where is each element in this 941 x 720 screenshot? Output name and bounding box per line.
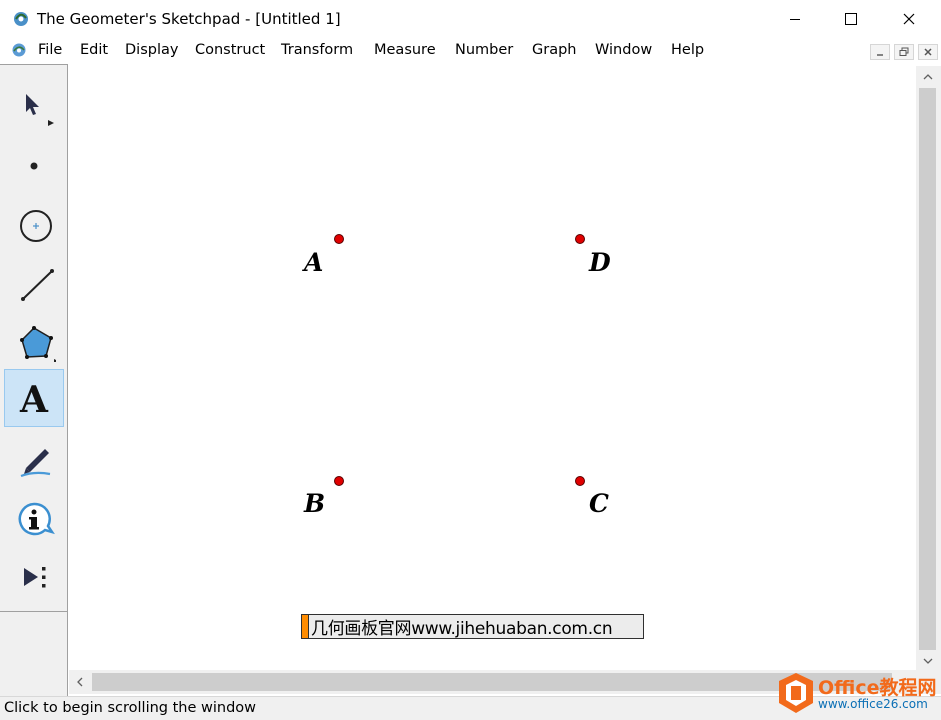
selection-arrow-tool[interactable] <box>4 77 64 135</box>
caption-text: 几何画板官网www.jihehuaban.com.cn <box>311 619 613 639</box>
maximize-icon <box>845 13 857 25</box>
text-tool[interactable]: A <box>4 369 64 427</box>
point-d-label[interactable]: D <box>589 250 611 275</box>
compass-tool[interactable] <box>4 191 64 249</box>
information-tool[interactable] <box>4 487 64 545</box>
caption-box[interactable]: 几何画板官网www.jihehuaban.com.cn <box>301 614 644 639</box>
menu-transform[interactable]: Transform <box>281 42 353 58</box>
caption-handle <box>302 615 309 638</box>
letter-a-icon: A <box>20 379 48 421</box>
info-icon <box>18 502 55 536</box>
chevron-left-icon <box>77 677 83 687</box>
point-d[interactable] <box>575 234 585 244</box>
toolbox-divider <box>0 611 68 612</box>
maximize-button[interactable] <box>822 0 880 38</box>
marker-tool[interactable] <box>4 429 64 487</box>
document-close-button[interactable] <box>918 44 938 60</box>
watermark-url: www.office26.com <box>818 697 928 711</box>
menu-display[interactable]: Display <box>125 42 178 58</box>
menu-measure[interactable]: Measure <box>374 42 436 58</box>
scroll-left-button[interactable] <box>73 675 87 689</box>
point-a-label[interactable]: A <box>304 250 323 275</box>
status-text: Click to begin scrolling the window <box>4 700 257 716</box>
point-tool[interactable] <box>4 131 64 189</box>
sketchpad-logo-icon <box>14 12 28 26</box>
point-a[interactable] <box>334 234 344 244</box>
point-b-label[interactable]: B <box>304 491 325 516</box>
close-icon <box>924 48 932 56</box>
title-bar: The Geometer's Sketchpad - [Untitled 1] <box>0 0 941 38</box>
menu-file[interactable]: File <box>38 42 62 58</box>
point-b[interactable] <box>334 476 344 486</box>
pentagon-icon <box>20 326 56 362</box>
minimize-icon <box>790 19 800 20</box>
restore-icon <box>899 47 909 56</box>
point-c-label[interactable]: C <box>589 491 609 516</box>
chevron-down-icon <box>923 658 933 664</box>
watermark-title: Office教程网 <box>818 677 937 699</box>
window-title: The Geometer's Sketchpad - [Untitled 1] <box>37 10 341 28</box>
menu-bar: File Edit Display Construct Transform Me… <box>0 38 941 64</box>
menu-construct[interactable]: Construct <box>195 42 265 58</box>
arrow-cursor-icon <box>26 94 54 126</box>
horizontal-scroll-thumb[interactable] <box>92 673 892 691</box>
menu-edit[interactable]: Edit <box>80 42 108 58</box>
minimize-icon <box>877 54 883 56</box>
minimize-button[interactable] <box>766 0 824 38</box>
menu-number[interactable]: Number <box>455 42 513 58</box>
sketch-canvas[interactable]: A D B C 几何画板官网www.jihehuaban.com.cn <box>69 66 916 670</box>
vertical-scroll-thumb[interactable] <box>919 88 936 650</box>
point-icon <box>30 162 38 170</box>
menu-graph[interactable]: Graph <box>532 42 576 58</box>
menu-window[interactable]: Window <box>595 42 652 58</box>
document-minimize-button[interactable] <box>870 44 890 60</box>
circle-icon <box>20 210 52 242</box>
scroll-down-button[interactable] <box>921 654 935 668</box>
marker-pen-icon <box>20 449 51 478</box>
scroll-up-button[interactable] <box>921 70 935 84</box>
play-more-icon <box>24 567 46 588</box>
polygon-tool[interactable] <box>4 311 64 369</box>
menu-help[interactable]: Help <box>671 42 704 58</box>
close-button[interactable] <box>880 0 938 38</box>
document-icon[interactable] <box>11 42 27 58</box>
office26-watermark: Office教程网 www.office26.com <box>776 671 938 716</box>
close-icon <box>903 13 915 25</box>
point-c[interactable] <box>575 476 585 486</box>
document-restore-button[interactable] <box>894 44 914 60</box>
line-segment-icon <box>21 269 54 301</box>
chevron-up-icon <box>923 74 933 80</box>
custom-tool[interactable] <box>4 545 64 603</box>
toolbox: A <box>0 64 68 696</box>
straightedge-tool[interactable] <box>4 251 64 309</box>
office-logo-icon <box>779 673 813 713</box>
